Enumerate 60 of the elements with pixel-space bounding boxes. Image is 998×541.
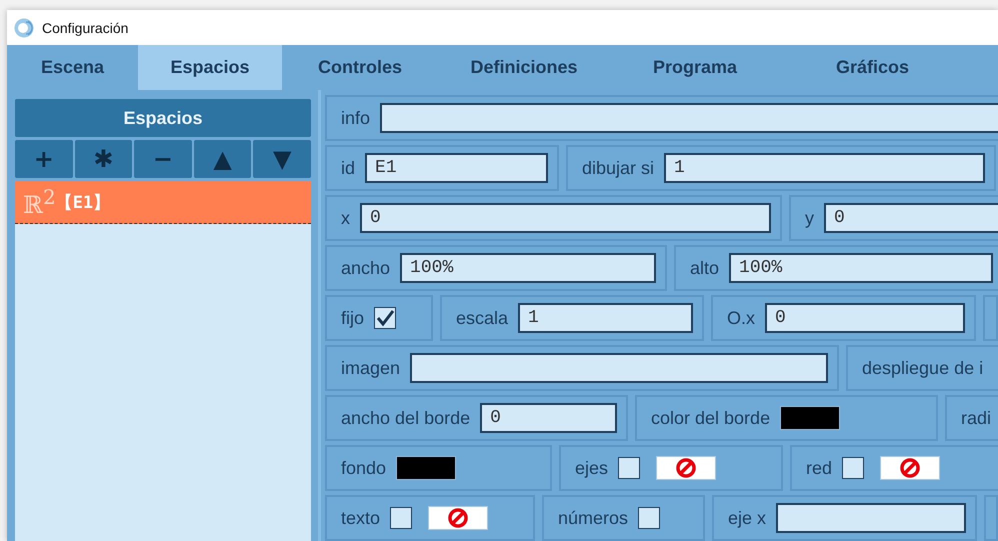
app-icon <box>14 18 34 38</box>
input-field[interactable]: 0 <box>824 203 998 233</box>
toolbar-button[interactable]: ▲ <box>194 140 252 178</box>
checkbox[interactable] <box>618 457 640 479</box>
field-label: y <box>805 208 814 228</box>
input-field[interactable] <box>410 353 828 383</box>
input-field[interactable] <box>776 503 966 533</box>
color-button[interactable] <box>428 506 488 530</box>
field-label: escala <box>456 308 508 328</box>
field-label: id <box>341 158 356 178</box>
input-field[interactable]: 1 <box>518 303 693 333</box>
input-field[interactable]: 0 <box>765 303 965 333</box>
input-field[interactable] <box>380 103 998 133</box>
field-label: O.x <box>727 308 756 328</box>
color-swatch[interactable] <box>780 406 840 430</box>
field-label: fondo <box>341 458 386 478</box>
input-field[interactable]: 0 <box>480 403 617 433</box>
checkbox[interactable] <box>842 457 864 479</box>
window-title: Configuración <box>42 20 128 36</box>
tab[interactable]: Gráficos <box>780 45 965 90</box>
prohibited-icon <box>899 457 922 479</box>
tab[interactable]: Controles <box>282 45 438 90</box>
toolbar-button[interactable]: − <box>134 140 192 178</box>
field-label: números <box>558 508 628 528</box>
field-label: eje x <box>728 508 766 528</box>
input-field[interactable]: 100% <box>400 253 656 283</box>
toolbar-button[interactable]: ▼ <box>253 140 311 178</box>
color-button[interactable] <box>656 456 716 480</box>
toolbar-button[interactable]: ✱ <box>74 140 132 178</box>
field-label: texto <box>341 508 380 528</box>
tab[interactable]: Escena <box>7 45 138 90</box>
prohibited-icon <box>447 507 470 529</box>
checkbox[interactable] <box>638 507 660 529</box>
field-label: fijo <box>341 308 364 328</box>
field-label: red <box>806 458 832 478</box>
checkbox[interactable] <box>374 307 396 329</box>
field-label: alto <box>690 258 720 278</box>
color-swatch[interactable] <box>396 456 456 480</box>
field-label: radi <box>961 408 992 428</box>
color-button[interactable] <box>880 456 940 480</box>
checkbox[interactable] <box>390 507 412 529</box>
tab[interactable]: Programa <box>610 45 780 90</box>
field-label: x <box>341 208 350 228</box>
field-label: ancho del borde <box>341 408 470 428</box>
field-label: despliegue de i <box>862 358 984 378</box>
input-field[interactable]: 0 <box>360 203 771 233</box>
field-label: info <box>341 108 370 128</box>
toolbar-button[interactable]: + <box>15 140 73 178</box>
field-label: ejes <box>575 458 608 478</box>
prohibited-icon <box>675 457 698 479</box>
tab[interactable]: Definiciones <box>438 45 610 90</box>
tab[interactable]: Espacios <box>138 45 282 90</box>
input-field[interactable]: 100% <box>729 253 993 283</box>
field-label: dibujar si <box>582 158 654 178</box>
field-label: color del borde <box>651 408 770 428</box>
sidebar-header: Espacios <box>15 99 311 137</box>
field-label: imagen <box>341 358 400 378</box>
field-label: ancho <box>341 258 390 278</box>
input-field[interactable]: E1 <box>365 153 548 183</box>
input-field[interactable]: 1 <box>664 153 985 183</box>
